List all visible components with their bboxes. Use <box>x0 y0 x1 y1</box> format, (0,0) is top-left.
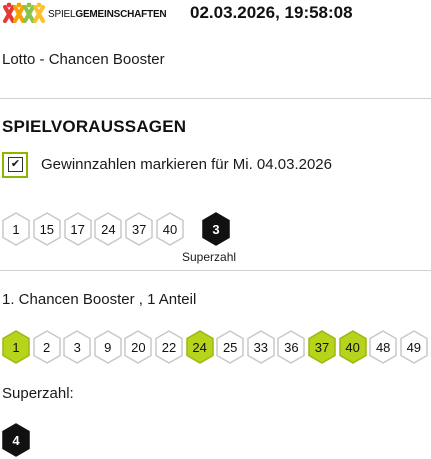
ticket-superzahl-label: Superzahl: <box>2 385 74 402</box>
ball-number: 24 <box>192 339 207 355</box>
winning-number-ball: 17 <box>63 212 93 246</box>
ticket-title: 1. Chancen Booster , 1 Anteil <box>2 291 197 308</box>
ticket-number-ball-hit: 40 <box>338 330 368 364</box>
divider <box>0 270 431 271</box>
ball-number: 17 <box>70 221 85 237</box>
winning-number-ball: 1 <box>1 212 31 246</box>
ticket-number-ball: 25 <box>215 330 245 364</box>
ticket-number-ball: 9 <box>93 330 123 364</box>
section-title: SPIELVORAUSSAGEN <box>2 117 187 136</box>
winning-number-ball: 40 <box>155 212 185 246</box>
ticket-number-ball: 2 <box>32 330 62 364</box>
ball-number: 36 <box>284 339 299 355</box>
ball-number: 2 <box>42 339 51 355</box>
divider <box>0 98 431 99</box>
ball-number: 25 <box>222 339 238 355</box>
ball-number: 1 <box>12 339 20 355</box>
spielgemeinschaften-logo[interactable]: SPIELGEMEINSCHAFTEN <box>2 2 178 26</box>
ball-number: 3 <box>212 221 220 237</box>
ticket-superzahl-ball: 4 <box>1 423 31 457</box>
ball-number: 49 <box>406 339 422 355</box>
ticket-number-ball: 20 <box>123 330 153 364</box>
ticket-number-ball: 33 <box>246 330 276 364</box>
ticket-number-ball: 3 <box>62 330 92 364</box>
ticket-number-ball-hit: 24 <box>185 330 215 364</box>
current-datetime: 02.03.2026, 19:58:08 <box>190 3 353 22</box>
ball-number: 33 <box>253 339 269 355</box>
ball-number: 1 <box>12 221 20 237</box>
ball-number: 3 <box>73 339 81 355</box>
ball-number: 15 <box>39 221 55 237</box>
winning-number-ball: 24 <box>93 212 123 246</box>
header: SPIELGEMEINSCHAFTEN 02.03.2026, 19:58:08 <box>0 0 431 28</box>
superzahl-caption: Superzahl <box>182 250 237 264</box>
mark-winning-numbers-checkbox[interactable]: ✔ <box>2 152 28 178</box>
winning-number-ball: 15 <box>32 212 62 246</box>
ticket-number-ball: 36 <box>276 330 306 364</box>
ball-number: 48 <box>375 339 391 355</box>
game-subtitle: Lotto - Chancen Booster <box>2 51 165 68</box>
logo-wordmark: SPIELGEMEINSCHAFTEN <box>48 9 167 20</box>
ball-number: 24 <box>101 221 116 237</box>
mark-winning-numbers-label[interactable]: Gewinnzahlen markieren für Mi. 04.03.202… <box>41 156 332 173</box>
ticket-number-ball: 22 <box>154 330 184 364</box>
ball-number: 40 <box>162 221 178 237</box>
winning-number-ball: 37 <box>124 212 154 246</box>
ball-number: 37 <box>314 339 330 355</box>
ball-number: 9 <box>104 339 112 355</box>
ticket-number-ball: 49 <box>399 330 429 364</box>
superzahl-ball: 3 <box>201 212 231 246</box>
ball-number: 20 <box>131 339 146 355</box>
checkmark-icon: ✔ <box>8 157 23 172</box>
ball-number: 40 <box>345 339 360 355</box>
ball-number: 22 <box>161 339 177 355</box>
ticket-number-ball-hit: 1 <box>1 330 31 364</box>
logo-figures-icon <box>3 2 45 23</box>
ticket-number-ball-hit: 37 <box>307 330 337 364</box>
ticket-number-ball: 48 <box>368 330 398 364</box>
ball-number: 4 <box>12 432 20 448</box>
ball-number: 37 <box>131 221 147 237</box>
